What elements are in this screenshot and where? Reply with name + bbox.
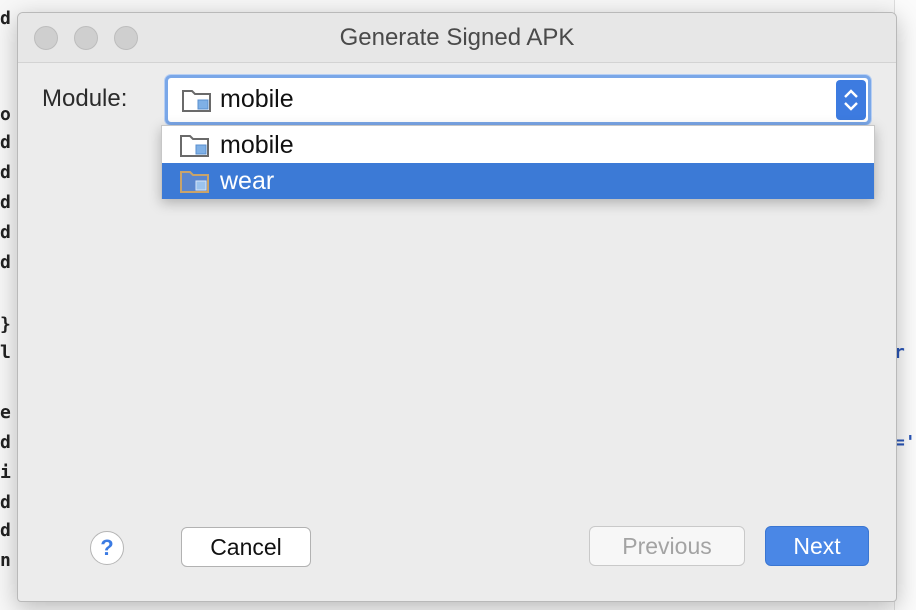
folder-module-icon (180, 133, 210, 157)
next-button[interactable]: Next (765, 526, 869, 566)
folder-module-icon (182, 88, 212, 112)
code-glyph: } (0, 314, 11, 335)
code-glyph: l (0, 342, 11, 363)
editor-code-left-gutter: d o d d d d d } l e d i d d n (0, 0, 18, 610)
code-glyph: i (0, 462, 11, 483)
module-label: Module: (42, 85, 128, 112)
code-glyph: d (0, 222, 11, 243)
generate-signed-apk-dialog: Generate Signed APK Module: mobile mobil… (17, 12, 897, 602)
module-select[interactable]: mobile (165, 75, 871, 125)
module-select-value: mobile (220, 85, 294, 113)
code-glyph: d (0, 252, 11, 273)
window-title: Generate Signed APK (339, 24, 575, 51)
code-glyph: n (0, 550, 11, 571)
code-glyph: d (0, 8, 11, 29)
module-option-label: mobile (220, 131, 294, 159)
code-glyph: d (0, 520, 11, 541)
editor-code-right: r =' (894, 0, 916, 610)
code-glyph: d (0, 492, 11, 513)
folder-module-icon (180, 169, 210, 193)
code-glyph: d (0, 192, 11, 213)
code-glyph: =' (894, 432, 916, 453)
code-glyph: e (0, 402, 11, 423)
module-option-wear[interactable]: wear (162, 163, 874, 199)
code-glyph: d (0, 162, 11, 183)
module-option-mobile[interactable]: mobile (162, 127, 874, 163)
module-dropdown-list: mobile wear (161, 125, 875, 199)
updown-chevron-icon[interactable] (836, 80, 866, 120)
code-glyph: d (0, 132, 11, 153)
window-titlebar: Generate Signed APK (18, 13, 896, 63)
code-glyph: o (0, 104, 11, 125)
module-option-label: wear (220, 167, 275, 195)
help-button[interactable]: ? (90, 531, 124, 565)
previous-button[interactable]: Previous (589, 526, 745, 566)
code-glyph: d (0, 432, 11, 453)
cancel-button[interactable]: Cancel (181, 527, 311, 567)
